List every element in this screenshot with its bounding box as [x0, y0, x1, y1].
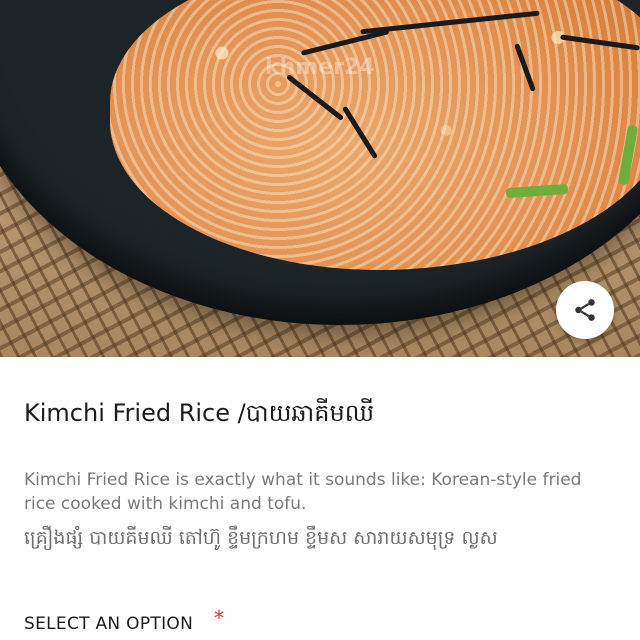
share-icon: [575, 299, 595, 321]
watermark: khmer24: [265, 55, 375, 80]
select-option-label: SELECT AN OPTION: [24, 614, 194, 634]
product-description: Kimchi Fried Rice is exactly what it sou…: [24, 470, 582, 514]
share-button[interactable]: [556, 281, 614, 339]
hero-image: khmer24: [0, 0, 640, 357]
product-title: Kimchi Fried Rice /បាយឆាគីមឈី: [24, 399, 375, 427]
required-marker: *: [214, 606, 224, 630]
product-ingredients: គ្រឿងផ្សំ បាយគីមឈី តៅហ៊ូ ខ្ទឹមក្រហម ខ្ទឹ…: [24, 527, 498, 549]
